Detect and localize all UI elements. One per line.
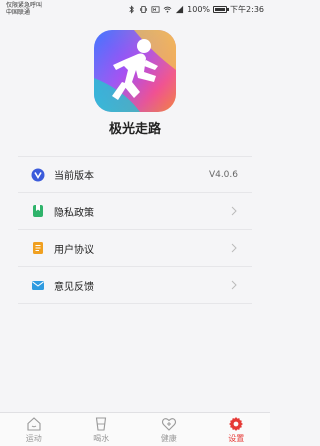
- clock: 下午2:36: [230, 4, 264, 14]
- heart-plus-icon: [161, 418, 176, 431]
- tab-health[interactable]: 健康: [135, 413, 203, 446]
- chevron-right-icon: [231, 280, 237, 290]
- tab-sport-label: 运动: [25, 434, 42, 443]
- wifi-icon: [163, 6, 172, 13]
- privacy-policy-row[interactable]: 隐私政策: [18, 193, 252, 230]
- feedback-row[interactable]: 意见反馈: [18, 267, 252, 304]
- tab-health-label: 健康: [160, 434, 177, 443]
- chevron-right-icon: [231, 243, 237, 253]
- app-logo: [94, 30, 176, 112]
- hd-icon: [151, 5, 160, 13]
- bottom-tab-bar: 运动 喝水 健康 设置: [0, 412, 270, 446]
- chevron-right-icon: [231, 206, 237, 216]
- battery-level: [215, 7, 226, 11]
- bluetooth-icon: [129, 4, 135, 14]
- tab-water[interactable]: 喝水: [68, 413, 136, 446]
- battery-percent: 100%: [187, 4, 211, 14]
- carrier-info: 仅限紧急呼叫 中国联通: [6, 2, 42, 16]
- carrier-line-emergency: 仅限紧急呼叫: [6, 2, 43, 9]
- privacy-label: 隐私政策: [54, 207, 94, 219]
- feedback-icon: [31, 278, 45, 292]
- status-bar: 仅限紧急呼叫 中国联通 100% 下午2:36: [0, 0, 270, 20]
- home-icon: [27, 417, 41, 431]
- tab-settings[interactable]: 设置: [203, 413, 271, 446]
- settings-screen: 仅限紧急呼叫 中国联通 100% 下午2:36 极光走路 当前版本 V4.0.6…: [0, 0, 270, 446]
- app-name: 极光走路: [108, 122, 161, 137]
- feedback-label: 意见反馈: [54, 281, 94, 293]
- settings-list: 当前版本 V4.0.6 隐私政策 用户协议 意见反馈: [18, 156, 252, 304]
- version-icon: [31, 168, 45, 182]
- tab-sport[interactable]: 运动: [0, 413, 68, 446]
- user-agreement-row[interactable]: 用户协议: [18, 230, 252, 267]
- runner-logo-icon: [94, 30, 176, 112]
- battery-icon: [213, 5, 230, 13]
- cup-icon: [96, 417, 107, 431]
- carrier-line-operator: 中国联通: [6, 9, 31, 16]
- vibrate-icon: [140, 5, 148, 13]
- version-label: 当前版本: [54, 171, 94, 182]
- agreement-label: 用户协议: [54, 244, 94, 256]
- tab-water-label: 喝水: [93, 434, 110, 443]
- gear-icon: [229, 417, 244, 431]
- agreement-icon: [31, 241, 45, 255]
- tab-settings-label: 设置: [228, 434, 245, 443]
- status-right: 100% 下午2:36: [127, 4, 264, 14]
- privacy-icon: [31, 204, 45, 218]
- version-value: V4.0.6: [208, 169, 238, 180]
- version-row[interactable]: 当前版本 V4.0.6: [18, 156, 252, 193]
- signal-icon: [176, 5, 184, 13]
